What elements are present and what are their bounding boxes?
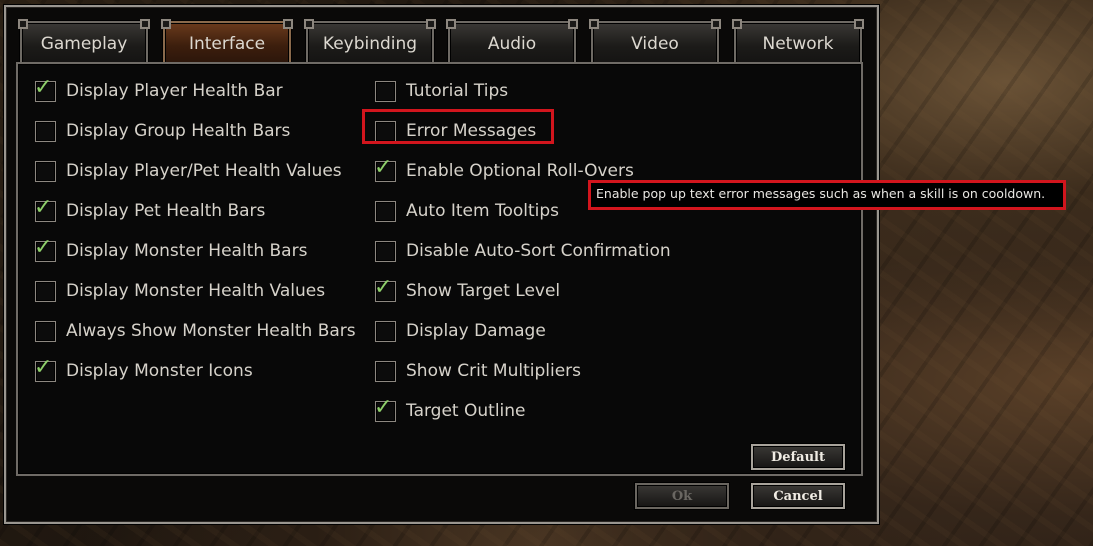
tooltip: Enable pop up text error messages such a… [588, 180, 1066, 210]
tab-label: Video [631, 34, 679, 54]
checkbox[interactable] [35, 320, 56, 342]
checkmark-icon: ✓ [34, 194, 53, 220]
tab-label: Keybinding [322, 34, 418, 54]
option-label: Display Pet Health Bars [66, 201, 266, 221]
tab-video[interactable]: Video [589, 19, 721, 67]
checkbox[interactable] [375, 200, 396, 222]
cancel-button[interactable]: Cancel [751, 483, 845, 509]
checkbox[interactable]: ✓ [374, 396, 396, 422]
option-display-monster-health-values[interactable]: Display Monster Health Values [35, 276, 325, 306]
checkmark-icon: ✓ [34, 234, 53, 260]
tab-audio[interactable]: Audio [446, 19, 578, 67]
tab-network[interactable]: Network [732, 19, 864, 67]
option-label: Display Monster Icons [66, 361, 253, 381]
option-label: Target Outline [406, 401, 526, 421]
option-display-damage[interactable]: Display Damage [375, 316, 546, 346]
checkmark-icon: ✓ [374, 274, 393, 300]
checkbox[interactable]: ✓ [374, 276, 396, 302]
option-label: Show Target Level [406, 281, 561, 301]
ok-button-label: Ok [671, 488, 693, 504]
option-display-player-pet-health-values[interactable]: Display Player/Pet Health Values [35, 156, 342, 186]
checkbox[interactable]: ✓ [34, 196, 56, 222]
option-target-outline[interactable]: ✓ Target Outline [374, 396, 526, 426]
tab-label: Audio [487, 34, 537, 54]
checkbox[interactable]: ✓ [374, 156, 396, 182]
checkbox[interactable] [375, 360, 396, 382]
cancel-button-label: Cancel [773, 488, 823, 504]
option-display-group-health-bars[interactable]: Display Group Health Bars [35, 116, 290, 146]
option-show-crit-multipliers[interactable]: Show Crit Multipliers [375, 356, 581, 386]
option-display-monster-icons[interactable]: ✓ Display Monster Icons [34, 356, 253, 386]
option-label: Tutorial Tips [406, 81, 509, 101]
option-label: Display Player/Pet Health Values [66, 161, 342, 181]
tab-interface[interactable]: Interface [161, 19, 293, 67]
tab-gameplay[interactable]: Gameplay [18, 19, 150, 67]
error-messages-highlight [362, 109, 554, 144]
tab-label: Interface [188, 34, 266, 54]
default-button-label: Default [771, 449, 825, 465]
option-label: Display Damage [406, 321, 546, 341]
tab-keybinding[interactable]: Keybinding [304, 19, 436, 67]
option-show-target-level[interactable]: ✓ Show Target Level [374, 276, 561, 306]
option-tutorial-tips[interactable]: Tutorial Tips [375, 76, 508, 106]
checkbox[interactable] [35, 120, 56, 142]
checkbox[interactable] [375, 80, 396, 102]
option-label: Disable Auto-Sort Confirmation [406, 241, 671, 261]
checkbox[interactable] [375, 240, 396, 262]
checkbox[interactable] [35, 280, 56, 302]
option-disable-auto-sort-confirmation[interactable]: Disable Auto-Sort Confirmation [375, 236, 671, 266]
option-label: Display Monster Health Values [66, 281, 326, 301]
option-label: Display Player Health Bar [66, 81, 283, 101]
option-display-monster-health-bars[interactable]: ✓ Display Monster Health Bars [34, 236, 308, 266]
checkbox[interactable] [35, 160, 56, 182]
checkmark-icon: ✓ [374, 154, 393, 180]
option-label: Display Group Health Bars [66, 121, 291, 141]
option-auto-item-tooltips[interactable]: Auto Item Tooltips [375, 196, 559, 226]
option-label: Display Monster Health Bars [66, 241, 308, 261]
checkmark-icon: ✓ [374, 394, 393, 420]
checkbox[interactable]: ✓ [34, 356, 56, 382]
option-label: Auto Item Tooltips [406, 201, 560, 221]
checkmark-icon: ✓ [34, 74, 53, 100]
checkbox[interactable]: ✓ [34, 236, 56, 262]
option-label: Always Show Monster Health Bars [66, 321, 356, 341]
tooltip-text: Enable pop up text error messages such a… [596, 186, 1046, 201]
default-button[interactable]: Default [751, 444, 845, 470]
checkbox[interactable] [375, 320, 396, 342]
ok-button[interactable]: Ok [635, 483, 729, 509]
option-always-show-monster-health-bars[interactable]: Always Show Monster Health Bars [35, 316, 356, 346]
checkbox[interactable]: ✓ [34, 76, 56, 102]
option-display-player-health-bar[interactable]: ✓ Display Player Health Bar [34, 76, 283, 106]
tab-label: Gameplay [40, 34, 128, 54]
tab-label: Network [762, 34, 834, 54]
checkmark-icon: ✓ [34, 354, 53, 380]
option-label: Enable Optional Roll-Overs [406, 161, 634, 181]
option-label: Show Crit Multipliers [406, 361, 582, 381]
option-display-pet-health-bars[interactable]: ✓ Display Pet Health Bars [34, 196, 266, 226]
